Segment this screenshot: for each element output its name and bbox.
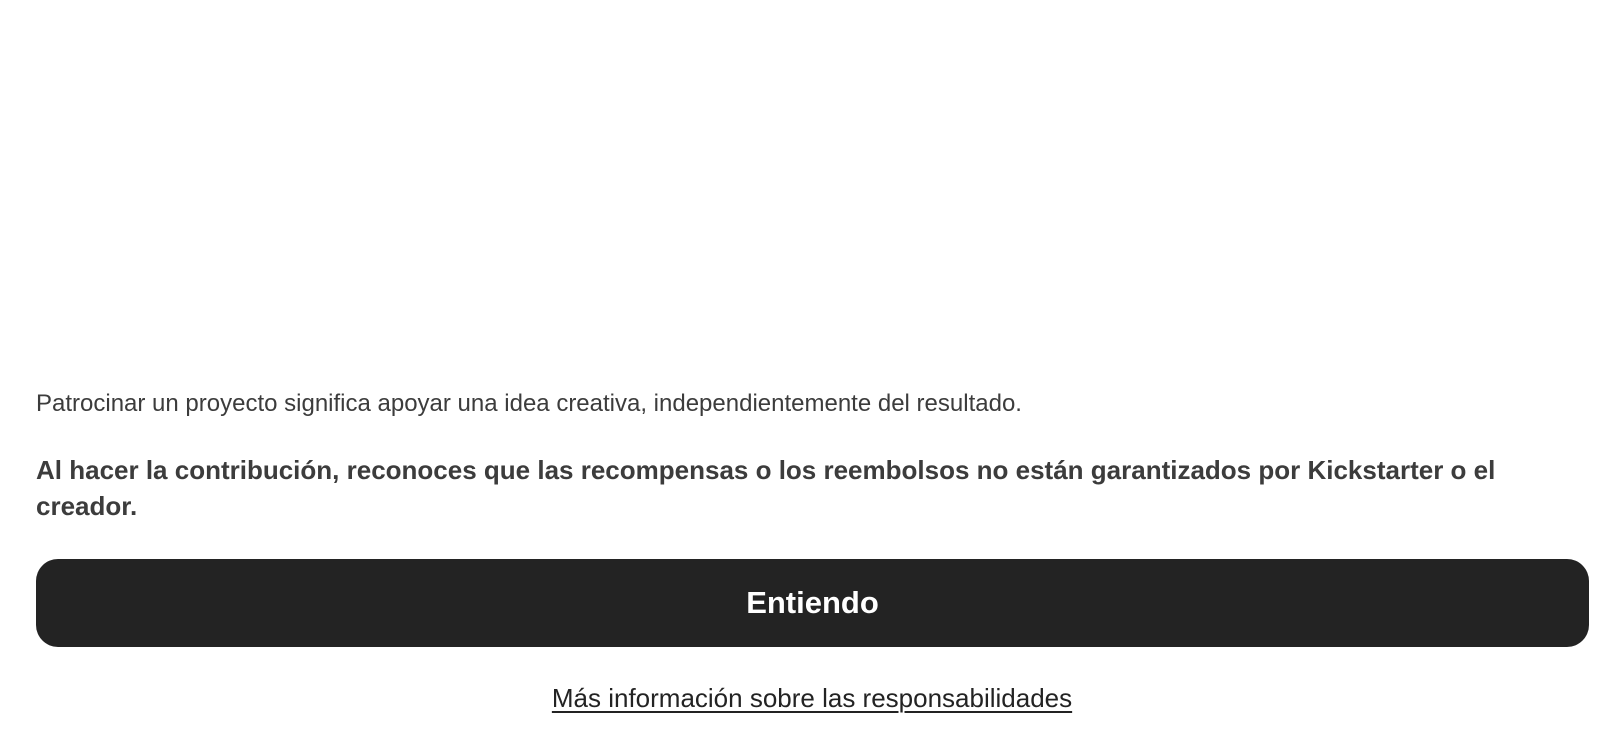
confirm-button[interactable]: Entiendo — [36, 559, 1589, 647]
confirm-button-label: Entiendo — [746, 585, 879, 620]
more-info-link[interactable]: Más información sobre las responsabilida… — [552, 683, 1072, 713]
intro-text: Patrocinar un proyecto significa apoyar … — [36, 390, 1022, 417]
acknowledgement-text: Al hacer la contribución, reconoces que … — [36, 455, 1496, 521]
backing-disclaimer-sheet: Patrocinar un proyecto significa apoyar … — [0, 0, 1624, 750]
more-info-container: Más información sobre las responsabilida… — [0, 680, 1624, 716]
